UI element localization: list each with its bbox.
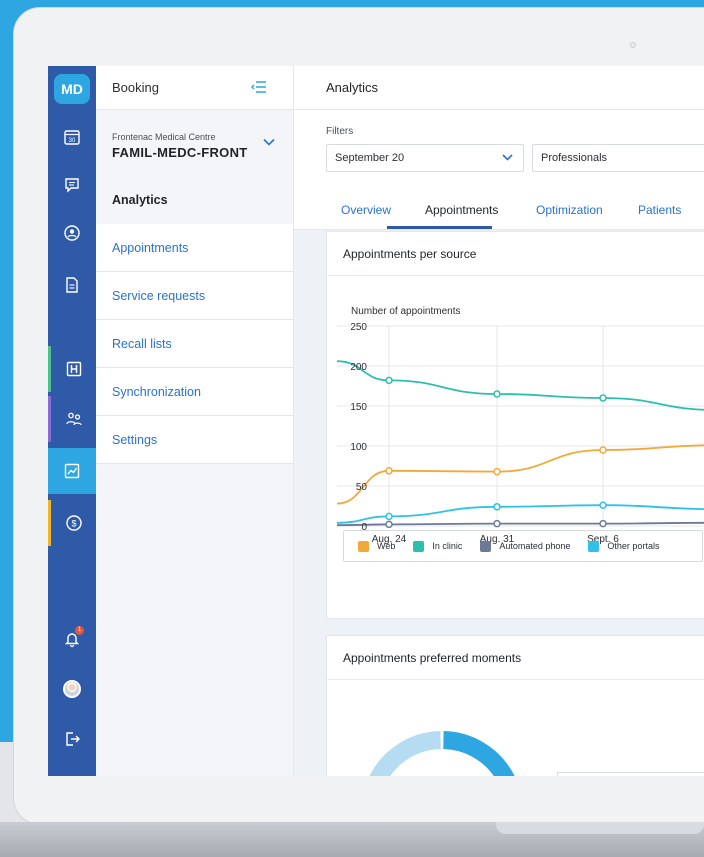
legend-swatch: [480, 540, 492, 552]
active-tab-indicator: [387, 226, 492, 229]
line-chart: 050100150200250Aug. 24 Aug. 31 Sept. 6: [336, 322, 704, 545]
collapse-menu-icon[interactable]: [251, 80, 267, 94]
main-content: Analytics Filters September 20 Professio…: [294, 66, 704, 776]
clinic-selector[interactable]: Frontenac Medical Centre FAMIL-MEDC-FRON…: [96, 110, 293, 176]
series-line-other-portals[interactable]: [336, 504, 704, 524]
analytics-icon: [64, 463, 80, 479]
y-tick-label: 200: [350, 362, 367, 373]
tab-appointments[interactable]: Appointments: [425, 203, 498, 217]
nav-header: Booking: [96, 66, 293, 110]
y-tick-label: 250: [350, 322, 367, 333]
data-point[interactable]: [493, 467, 501, 476]
data-point[interactable]: [385, 467, 393, 475]
logout-icon: [66, 732, 80, 746]
card-title: Appointments per source: [327, 232, 704, 276]
rail-messages[interactable]: [48, 162, 96, 208]
rail-patients[interactable]: [48, 210, 96, 256]
legend-swatch: [358, 540, 369, 552]
chevron-down-icon: [502, 154, 513, 161]
nav-item-service-requests[interactable]: Service requests: [96, 272, 293, 320]
donut-slice[interactable]: [369, 731, 442, 776]
nav-item-synchronization[interactable]: Synchronization: [96, 368, 293, 416]
data-point[interactable]: [385, 520, 393, 529]
nav-item-settings[interactable]: Settings: [96, 416, 293, 464]
chart-legend: Web In clinic Automated phone Other port…: [343, 530, 703, 562]
professionals-select-value: Professionals: [541, 152, 608, 164]
clinic-name: FAMIL-MEDC-FRONT: [112, 145, 248, 160]
nav-item-recall-lists[interactable]: Recall lists: [96, 320, 293, 368]
filters-label: Filters: [326, 126, 354, 137]
clinic-subtitle: Frontenac Medical Centre: [112, 132, 216, 142]
rail-users[interactable]: [48, 396, 96, 442]
rail-documents[interactable]: [48, 262, 96, 308]
nav-item-analytics[interactable]: Analytics: [96, 176, 293, 224]
notification-badge: 1: [75, 626, 84, 635]
nav-title: Booking: [112, 80, 159, 95]
series-line-web[interactable]: [336, 444, 704, 505]
laptop-notch: [496, 822, 704, 834]
legend-swatch: [413, 540, 425, 552]
hospital-icon: [66, 361, 81, 377]
tab-overview[interactable]: Overview: [341, 203, 391, 217]
data-point[interactable]: [599, 519, 607, 528]
nav-panel: Booking Frontenac Medical Centre FAMIL-M…: [96, 66, 294, 776]
rail-logout[interactable]: [48, 716, 96, 762]
rail-hospital[interactable]: [48, 346, 96, 392]
tab-optimization[interactable]: Optimization: [536, 203, 603, 217]
avatar: [63, 680, 81, 698]
page-title: Analytics: [294, 66, 704, 110]
professionals-select[interactable]: Professionals: [532, 144, 704, 172]
rail-profile[interactable]: [48, 666, 96, 712]
user-circle-icon: [64, 225, 80, 241]
chevron-down-icon: [263, 138, 275, 146]
y-tick-label: 150: [350, 402, 367, 413]
donut-legend-box: [557, 772, 704, 776]
data-point[interactable]: [599, 446, 607, 454]
md-logo[interactable]: MD: [54, 74, 90, 104]
date-select-value: September 20: [335, 152, 405, 164]
users-icon: [65, 412, 82, 426]
card-title: Appointments preferred moments: [327, 636, 704, 680]
app-screen: MD 30 $ 1 Booking Frontenac Medical Cent…: [48, 66, 704, 776]
data-point[interactable]: [385, 376, 393, 385]
nav-item-appointments[interactable]: Appointments: [96, 224, 293, 272]
date-select[interactable]: September 20: [326, 144, 524, 172]
data-point[interactable]: [599, 501, 607, 509]
data-point[interactable]: [599, 394, 607, 402]
legend-swatch: [588, 540, 600, 552]
data-point[interactable]: [493, 519, 501, 528]
data-point[interactable]: [493, 390, 501, 398]
tab-patients[interactable]: Patients: [638, 203, 681, 217]
series-line-in-clinic[interactable]: [336, 360, 704, 411]
legend-item-other-portals[interactable]: Other portals: [588, 540, 659, 552]
rail-billing[interactable]: $: [48, 500, 96, 546]
appointments-per-source-card: Appointments per source Number of appoin…: [326, 231, 704, 619]
dollar-icon: $: [65, 515, 82, 531]
analytics-tabs: Overview Appointments Optimization Patie…: [294, 192, 704, 230]
legend-item-in-clinic[interactable]: In clinic: [413, 540, 462, 552]
legend-item-web[interactable]: Web: [358, 540, 395, 552]
data-point[interactable]: [385, 512, 393, 521]
data-point[interactable]: [493, 503, 501, 511]
legend-item-automated-phone[interactable]: Automated phone: [480, 540, 570, 552]
y-tick-label: 100: [350, 442, 367, 453]
preferred-moments-card: Appointments preferred moments: [326, 635, 704, 776]
rail-notifications[interactable]: 1: [48, 616, 96, 662]
rail-calendar[interactable]: 30: [48, 114, 96, 160]
calendar-icon: 30: [64, 130, 80, 145]
message-icon: [65, 178, 79, 193]
svg-text:$: $: [71, 519, 76, 529]
icon-rail: MD 30 $ 1: [48, 66, 96, 776]
y-tick-label: 50: [356, 482, 368, 493]
rail-analytics[interactable]: [48, 448, 96, 494]
donut-chart: [369, 731, 515, 776]
svg-text:30: 30: [69, 138, 76, 144]
document-icon: [66, 277, 78, 293]
camera-dot: [630, 42, 636, 48]
